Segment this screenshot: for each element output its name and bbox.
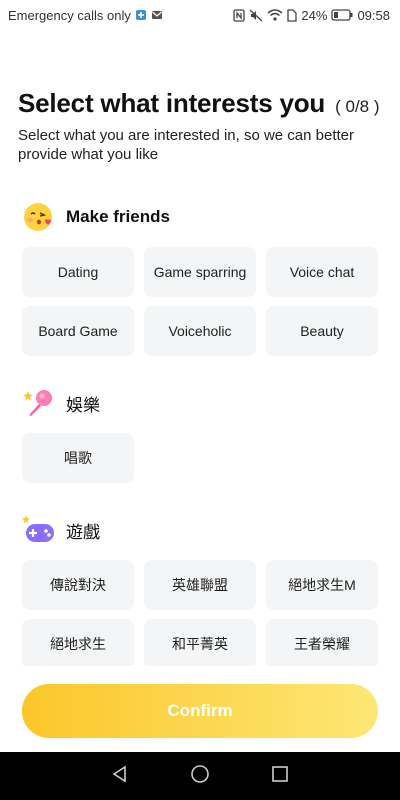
microphone-icon xyxy=(22,386,56,420)
battery-percent: 24% xyxy=(301,7,328,23)
sim-icon xyxy=(287,8,298,22)
section-make-friends: Make friends xyxy=(22,200,170,234)
clock: 09:58 xyxy=(357,7,390,23)
interest-chip-honor-of-kings[interactable]: 王者榮耀 xyxy=(266,619,378,669)
interest-chip-singing[interactable]: 唱歌 xyxy=(22,433,134,483)
interest-chip-game-sparring[interactable]: Game sparring xyxy=(144,247,256,297)
status-bar: Emergency calls only 24% 09:58 xyxy=(0,0,400,30)
section-title: 遊戲 xyxy=(66,522,100,542)
interest-chip-beauty[interactable]: Beauty xyxy=(266,306,378,356)
nfc-icon xyxy=(233,8,246,22)
section-games: 遊戲 xyxy=(22,513,100,547)
system-nav-bar xyxy=(0,752,400,800)
home-icon[interactable] xyxy=(190,764,210,789)
back-icon[interactable] xyxy=(111,765,129,788)
interest-chip-board-game[interactable]: Board Game xyxy=(22,306,134,356)
interest-chip-league-of-legends[interactable]: 英雄聯盟 xyxy=(144,560,256,610)
section-title: 娛樂 xyxy=(66,395,100,415)
section-title: Make friends xyxy=(66,207,170,226)
interest-chip-pubg[interactable]: 絕地求生 xyxy=(22,619,134,669)
recents-icon[interactable] xyxy=(271,765,289,788)
gamepad-icon xyxy=(22,513,56,547)
sync-icon xyxy=(135,9,147,21)
interest-chip-voice-chat[interactable]: Voice chat xyxy=(266,247,378,297)
interest-chip-pubg-mobile[interactable]: 絕地求生M xyxy=(266,560,378,610)
page-subtitle: Select what you are interested in, so we… xyxy=(18,127,355,163)
section-entertainment: 娛樂 xyxy=(22,386,100,420)
interest-chip-arena-of-valor[interactable]: 傳說對決 xyxy=(22,560,134,610)
selection-counter: ( 0/8 ) xyxy=(335,97,380,116)
page-title: Select what interests you xyxy=(18,88,326,118)
mute-icon xyxy=(249,9,263,22)
mail-icon xyxy=(151,9,163,21)
interest-chip-dating[interactable]: Dating xyxy=(22,247,134,297)
wifi-icon xyxy=(267,9,283,21)
carrier-text: Emergency calls only xyxy=(8,7,131,23)
interest-chip-peacekeeper-elite[interactable]: 和平菁英 xyxy=(144,619,256,669)
blowing-kiss-face-icon xyxy=(22,200,56,234)
interest-chip-voiceholic[interactable]: Voiceholic xyxy=(144,306,256,356)
battery-icon xyxy=(331,9,353,21)
page-header: Select what interests you ( 0/8 ) xyxy=(18,88,388,119)
confirm-button[interactable]: Confirm xyxy=(22,684,378,738)
